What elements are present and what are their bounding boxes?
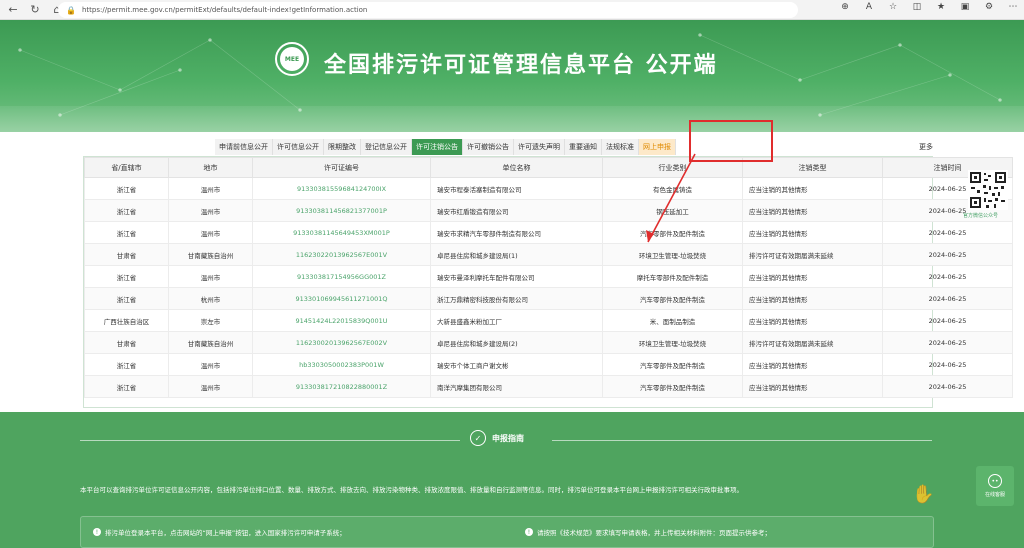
tab-revocation-notice[interactable]: 许可撤销公告 — [463, 139, 514, 155]
divider-left — [80, 440, 460, 441]
guide-heading: ✓ 申报指南 — [470, 430, 524, 446]
tab-important-notice[interactable]: 重要通知 — [565, 139, 602, 155]
address-bar[interactable]: 🔒 https://permit.mee.gov.cn/permitExt/de… — [58, 2, 798, 18]
guide-notice: 本平台可以查询排污单位许可证信息公开内容，包括排污单位排口位置、数量、排放方式、… — [80, 486, 743, 494]
permit-number-link[interactable]: 11623002013962567E002V — [252, 331, 431, 354]
favorite-icon[interactable]: ☆ — [886, 2, 900, 12]
table-row: 浙江省 温州市 913303817154956GG001Z 瑞安市曼泽利摩托车配件… — [84, 265, 1013, 288]
split-screen-icon[interactable]: ◫ — [910, 2, 924, 12]
more-link[interactable]: 更多 — [919, 142, 933, 152]
col-permit-number: 许可证编号 — [252, 157, 431, 178]
lock-icon: 🔒 — [66, 5, 76, 15]
col-company: 单位名称 — [430, 157, 603, 178]
back-icon[interactable]: ← — [4, 1, 22, 19]
table-row: 浙江省 温州市 913303811456821377001P 瑞安市红盾锻造有限公… — [84, 199, 1013, 222]
tab-cancellation-notice[interactable]: 许可注销公告 — [412, 139, 463, 155]
guide-steps-box: ! 排污单位登录本平台，点击网站的“网上申报”按钮，进入国家排污许可申请子系统；… — [80, 516, 934, 548]
permit-number-link[interactable]: hb3303050002383P001W — [252, 353, 431, 376]
table-header: 省/直辖市 地市 许可证编号 单位名称 行业类别 注销类型 注销时间 — [84, 157, 1013, 178]
table-row: 甘肃省 甘南藏族自治州 11623022013962567E001V 卓尼县住房和… — [84, 243, 1013, 266]
annotation-arrow — [646, 153, 696, 243]
permit-number-link[interactable]: 913303817154956GG001Z — [252, 265, 431, 288]
tab-rectification[interactable]: 限期整改 — [324, 139, 361, 155]
compass-icon: ✓ — [470, 430, 486, 446]
collections-icon[interactable]: ▣ — [958, 2, 972, 12]
info-icon: ! — [93, 528, 101, 536]
permit-number-link[interactable]: 913303811456821377001P — [252, 199, 431, 222]
step-note-right: ! 请按照《技术规范》要求填写申请表格，并上传相关材料附件：页面提示供参考； — [525, 527, 771, 537]
tab-registration-disclosure[interactable]: 登记信息公开 — [361, 139, 412, 155]
site-title: 全国排污许可证管理信息平台 公开端 — [324, 53, 718, 78]
step-note-left: ! 排污单位登录本平台，点击网站的“网上申报”按钮，进入国家排污许可申请子系统； — [93, 527, 346, 537]
permit-number-link[interactable]: 11623022013962567E001V — [252, 243, 431, 266]
table-row: 浙江省 温州市 91330381145649453XM001P 瑞安市求精汽车零部… — [84, 221, 1013, 244]
permit-number-link[interactable]: 913301069945611271001Q — [252, 287, 431, 310]
online-service-button[interactable]: •• 在线客服 — [976, 466, 1014, 506]
table-row: 广西壮族自治区 崇左市 91451424L22015839Q001U 大新县盛鑫米… — [84, 309, 1013, 332]
permit-number-link[interactable]: 91451424L22015839Q001U — [252, 309, 431, 332]
info-icon: ! — [525, 528, 533, 536]
table-row: 浙江省 杭州市 913301069945611271001Q 浙江万鼎精密科技股份… — [84, 287, 1013, 310]
tab-loss-statement[interactable]: 许可遗失声明 — [514, 139, 565, 155]
favorites-bar-icon[interactable]: ★ — [934, 2, 948, 12]
permit-number-link[interactable]: 91330381145649453XM001P — [252, 221, 431, 244]
tab-regulations[interactable]: 法规标准 — [602, 139, 639, 155]
banner-stripe — [0, 106, 1024, 132]
browser-toolbar: ← ↻ ⌂ 🔒 https://permit.mee.gov.cn/permit… — [0, 0, 1024, 20]
col-city: 地市 — [168, 157, 253, 178]
table-row: 甘肃省 甘南藏族自治州 11623002013962567E002V 卓尼县住房和… — [84, 331, 1013, 354]
read-aloud-icon[interactable]: A — [862, 2, 876, 12]
tab-permit-disclosure[interactable]: 许可信息公开 — [273, 139, 324, 155]
zoom-icon[interactable]: ⊕ — [838, 2, 852, 12]
mee-emblem-icon: MEE — [275, 42, 309, 76]
more-icon[interactable]: ⋯ — [1006, 2, 1020, 12]
qr-code — [968, 170, 1008, 210]
url-text: https://permit.mee.gov.cn/permitExt/defa… — [81, 6, 368, 14]
col-province: 省/直辖市 — [84, 157, 169, 178]
cancellation-table: 省/直辖市 地市 许可证编号 单位名称 行业类别 注销类型 注销时间 浙江省 温州… — [83, 156, 1013, 408]
divider-right — [552, 440, 932, 441]
tab-pre-application-disclosure[interactable]: 申请前信息公开 — [215, 139, 273, 155]
tab-bar: 申请前信息公开 许可信息公开 限期整改 登记信息公开 许可注销公告 许可撤销公告… — [215, 139, 676, 155]
extensions-icon[interactable]: ⚙ — [982, 2, 996, 12]
table-row: 浙江省 温州市 91330381559684124700IX 瑞安市程泰活塞制造有… — [84, 177, 1013, 200]
chat-icon: •• — [988, 474, 1002, 488]
refresh-icon[interactable]: ↻ — [26, 1, 44, 19]
site-banner: MEE 全国排污许可证管理信息平台 公开端 — [0, 20, 1024, 132]
annotation-box — [689, 120, 773, 162]
permit-number-link[interactable]: 913303817210822880001Z — [252, 375, 431, 398]
table-row: 浙江省 温州市 913303817210822880001Z 南洋汽摩集团有限公司… — [84, 375, 1013, 398]
hand-icon: ✋ — [912, 484, 935, 505]
guide-section: ✓ 申报指南 本平台可以查询排污单位许可证信息公开内容，包括排污单位排口位置、数… — [0, 412, 1024, 548]
table-row: 浙江省 温州市 hb3303050002383P001W 瑞安市个体工商户谢文彬汽… — [84, 353, 1013, 376]
qr-label: 官方微信公众号 — [963, 213, 999, 219]
permit-number-link[interactable]: 91330381559684124700IX — [252, 177, 431, 200]
